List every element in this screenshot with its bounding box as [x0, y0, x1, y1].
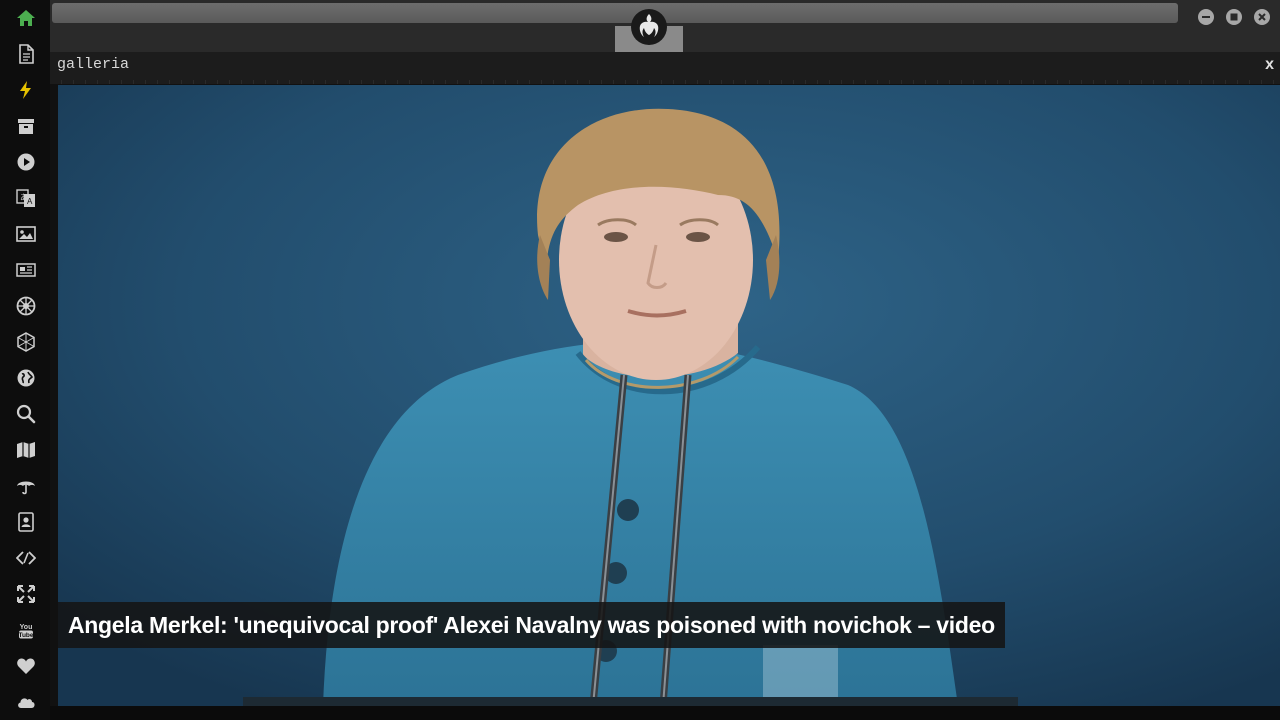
- gallery-caption: Angela Merkel: 'unequivocal proof' Alexe…: [58, 602, 1005, 648]
- expand-icon[interactable]: [14, 582, 38, 606]
- bolt-icon[interactable]: [14, 78, 38, 102]
- svg-text:A: A: [27, 197, 33, 206]
- bottom-strip: [50, 706, 1280, 720]
- left-sidebar: あA You Tube: [0, 0, 50, 720]
- top-bar: [50, 0, 1280, 52]
- address-bar[interactable]: [52, 3, 1178, 23]
- newspaper-icon[interactable]: [14, 258, 38, 282]
- empire-icon[interactable]: [14, 294, 38, 318]
- code-icon[interactable]: [14, 546, 38, 570]
- heart-icon[interactable]: [14, 654, 38, 678]
- umbrella-icon[interactable]: [14, 474, 38, 498]
- gallery-image[interactable]: Angela Merkel: 'unequivocal proof' Alexe…: [58, 85, 1280, 706]
- map-icon[interactable]: [14, 438, 38, 462]
- close-window-button[interactable]: [1254, 9, 1270, 25]
- contacts-icon[interactable]: [14, 510, 38, 534]
- svg-text:You: You: [20, 624, 33, 631]
- archive-icon[interactable]: [14, 114, 38, 138]
- home-icon[interactable]: [14, 6, 38, 30]
- youtube-icon[interactable]: You Tube: [14, 618, 38, 642]
- search-icon[interactable]: [14, 402, 38, 426]
- globe-icon[interactable]: [14, 366, 38, 390]
- image-icon[interactable]: [14, 222, 38, 246]
- hexagon-grid-icon[interactable]: [14, 330, 38, 354]
- panel-header: galleria x: [50, 52, 1280, 84]
- minimize-button[interactable]: [1198, 9, 1214, 25]
- panel-close-button[interactable]: x: [1265, 56, 1274, 74]
- maximize-button[interactable]: [1226, 9, 1242, 25]
- document-icon[interactable]: [14, 42, 38, 66]
- panel-title: galleria: [57, 56, 130, 73]
- cloud-icon[interactable]: [14, 690, 38, 714]
- play-icon[interactable]: [14, 150, 38, 174]
- translate-icon[interactable]: あA: [14, 186, 38, 210]
- svg-text:Tube: Tube: [18, 632, 33, 639]
- rebel-alliance-icon[interactable]: [630, 8, 668, 46]
